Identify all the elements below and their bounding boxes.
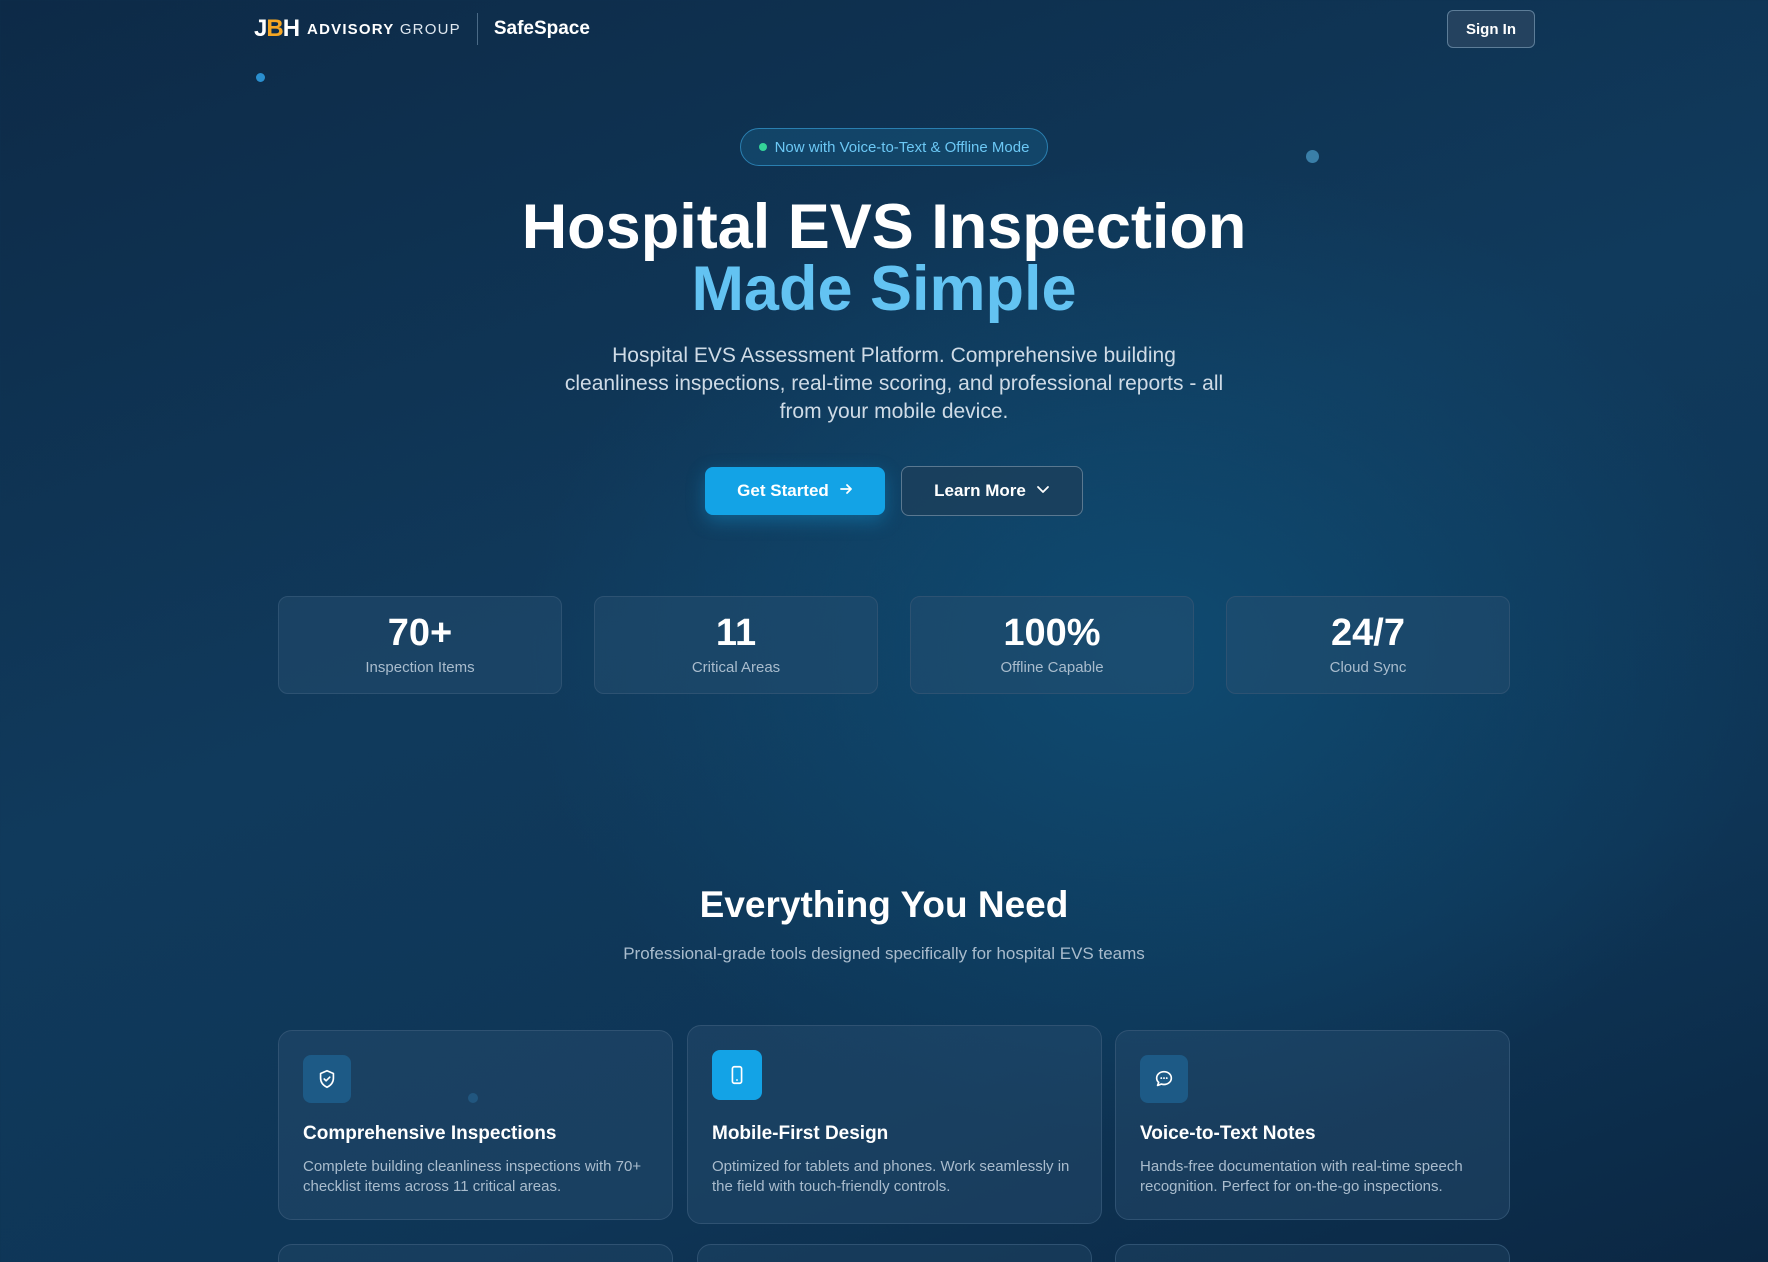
app-name: SafeSpace: [493, 18, 590, 39]
stat-value: 70+: [387, 612, 453, 654]
chevron-down-icon: [1036, 481, 1050, 501]
features-title: Everything You Need: [699, 884, 1069, 925]
learn-more-button[interactable]: Learn More: [901, 466, 1083, 516]
hero-description: Hospital EVS Assessment Platform. Compre…: [564, 344, 1224, 423]
stat-value: 100%: [1003, 612, 1101, 654]
decorative-dot: [1306, 150, 1319, 163]
shield-check-icon: [303, 1055, 351, 1103]
stat-card: 100% Offline Capable: [910, 596, 1194, 694]
learn-more-label: Learn More: [934, 481, 1026, 500]
feature-card-mobile[interactable]: Mobile-First Design Optimized for tablet…: [687, 1025, 1102, 1224]
feature-card-partial: [1115, 1244, 1510, 1262]
site-header: JBH ADVISORY GROUP SafeSpace Sign In: [0, 0, 1768, 58]
feature-card-voice[interactable]: Voice-to-Text Notes Hands-free documenta…: [1115, 1030, 1510, 1220]
feature-card-inspections[interactable]: Comprehensive Inspections Complete build…: [278, 1030, 673, 1220]
logo-advisory-group: ADVISORY GROUP: [307, 20, 461, 38]
sign-in-button[interactable]: Sign In: [1447, 10, 1535, 48]
feature-card-description: Optimized for tablets and phones. Work s…: [712, 1158, 1070, 1195]
decorative-dot: [256, 73, 265, 82]
stat-card: 70+ Inspection Items: [278, 596, 562, 694]
hero-title-line2: Made Simple: [691, 254, 1077, 324]
mobile-device-icon: [712, 1050, 762, 1100]
stat-value: 11: [715, 612, 757, 654]
chat-bubble-icon: [1140, 1055, 1188, 1103]
stat-label: Inspection Items: [365, 659, 475, 676]
stat-card: 24/7 Cloud Sync: [1226, 596, 1510, 694]
feature-card-description: Complete building cleanliness inspection…: [303, 1158, 642, 1195]
feature-card-description: Hands-free documentation with real-time …: [1140, 1158, 1463, 1195]
stat-value: 24/7: [1331, 612, 1405, 654]
jbh-logo-mark: JBH: [254, 15, 300, 42]
hero-title-line1: Hospital EVS Inspection: [521, 192, 1247, 262]
feature-card-title: Voice-to-Text Notes: [1140, 1123, 1316, 1144]
get-started-button[interactable]: Get Started: [705, 467, 885, 515]
feature-card-partial: [697, 1244, 1092, 1262]
stat-label: Critical Areas: [691, 659, 781, 676]
feature-card-partial: [278, 1244, 673, 1262]
badge-text: Now with Voice-to-Text & Offline Mode: [774, 138, 1030, 156]
status-dot-icon: [758, 143, 767, 151]
feature-card-title: Comprehensive Inspections: [303, 1123, 557, 1144]
feature-card-title: Mobile-First Design: [712, 1123, 889, 1144]
get-started-label: Get Started: [737, 481, 829, 500]
stat-card: 11 Critical Areas: [594, 596, 878, 694]
arrow-right-icon: [839, 481, 853, 501]
logo-divider: [476, 13, 478, 45]
brand-logo[interactable]: JBH ADVISORY GROUP SafeSpace: [254, 13, 590, 45]
stat-label: Cloud Sync: [1329, 659, 1407, 676]
stat-label: Offline Capable: [1000, 659, 1104, 676]
announcement-badge: Now with Voice-to-Text & Offline Mode: [740, 128, 1048, 166]
features-subtitle: Professional-grade tools designed specif…: [623, 944, 1145, 963]
